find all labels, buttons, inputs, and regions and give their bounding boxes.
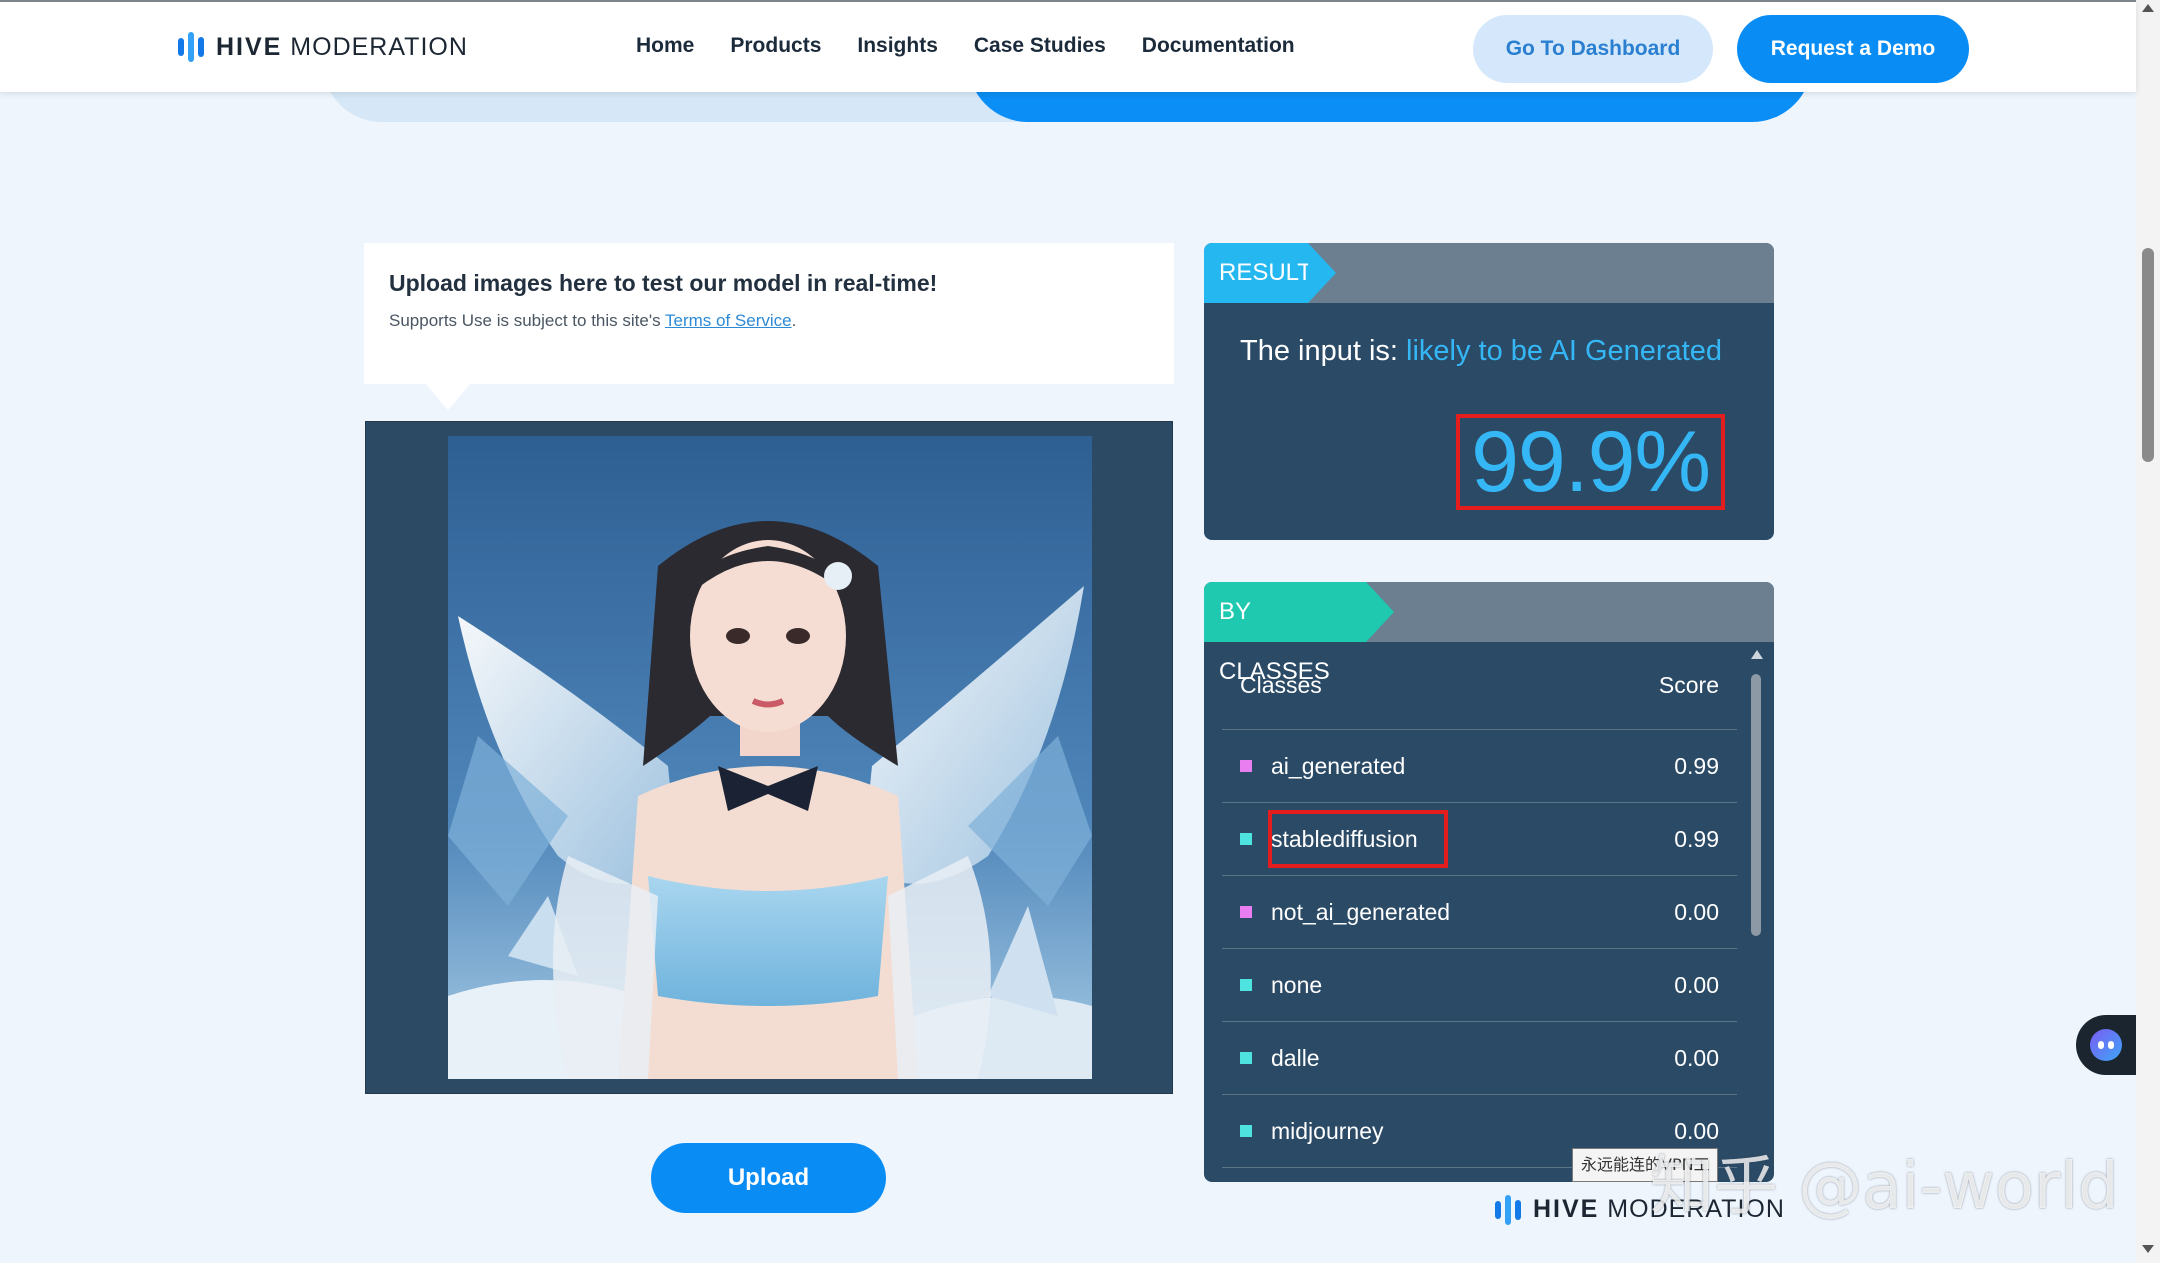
result-tag: RESULT <box>1204 243 1336 303</box>
site-header: HIVE MODERATION Home Products Insights C… <box>0 0 2136 92</box>
scroll-up-arrow-icon[interactable] <box>2142 4 2154 12</box>
result-panel: RESULT The input is: likely to be AI Gen… <box>1204 243 1774 540</box>
scroll-up-arrow-icon[interactable] <box>1751 650 1763 659</box>
logo-text: HIVE MODERATION <box>216 32 468 61</box>
hive-logo-icon <box>1495 1194 1521 1225</box>
terms-of-service-link[interactable]: Terms of Service <box>665 311 792 330</box>
page: HIVE MODERATION Home Products Insights C… <box>0 0 2160 1263</box>
table-row: dalle 0.00 <box>1222 1022 1737 1095</box>
scroll-down-arrow-icon[interactable] <box>2142 1245 2154 1253</box>
result-panel-header: RESULT <box>1204 243 1774 303</box>
classes-table-header: Classes Score <box>1222 642 1737 730</box>
classes-tag: BY CLASSES <box>1204 582 1394 685</box>
uploaded-image <box>448 436 1092 1079</box>
class-color-swatch <box>1240 1125 1252 1137</box>
class-score: 0.99 <box>1674 752 1719 779</box>
page-scrollbar[interactable] <box>2136 0 2160 1263</box>
class-name: midjourney <box>1271 1117 1384 1144</box>
nav-home[interactable]: Home <box>636 34 694 58</box>
class-color-swatch <box>1240 906 1252 918</box>
table-row: none 0.00 <box>1222 949 1737 1022</box>
class-name: none <box>1271 971 1323 998</box>
class-score: 0.00 <box>1674 971 1719 998</box>
classes-table[interactable]: Classes Score ai_generated 0.99 stabledi… <box>1222 642 1737 1182</box>
class-score: 0.00 <box>1674 1044 1719 1071</box>
classes-panel: BY CLASSES Classes Score ai_generated 0.… <box>1204 582 1774 1182</box>
table-row: ai_generated 0.99 <box>1222 730 1737 803</box>
classes-scrollbar[interactable] <box>1748 650 1764 1170</box>
table-row: not_ai_generated 0.00 <box>1222 876 1737 949</box>
chatbot-launcher[interactable] <box>2076 1015 2136 1075</box>
column-classes: Classes <box>1240 672 1322 698</box>
nav-insights[interactable]: Insights <box>857 34 938 58</box>
class-name: dalle <box>1271 1044 1320 1071</box>
result-verdict-line: The input is: likely to be AI Generated <box>1240 335 1723 367</box>
upload-instructions-card: Upload images here to test our model in … <box>364 243 1174 410</box>
hive-logo-icon <box>178 32 204 62</box>
class-name: ai_generated <box>1271 752 1406 779</box>
watermark: 知乎 @ai-world <box>1650 1150 2119 1224</box>
request-demo-button[interactable]: Request a Demo <box>1737 15 1969 83</box>
nav-products[interactable]: Products <box>730 34 821 58</box>
page-scroll-thumb[interactable] <box>2142 248 2154 462</box>
uploaded-image-frame <box>365 421 1173 1094</box>
class-color-swatch <box>1240 760 1252 772</box>
chatbot-face-icon <box>2090 1029 2122 1061</box>
class-score: 0.99 <box>1674 825 1719 852</box>
nav-case-studies[interactable]: Case Studies <box>974 34 1106 58</box>
upload-subtitle: Supports Use is subject to this site's T… <box>389 311 797 330</box>
class-score: 0.00 <box>1674 898 1719 925</box>
result-percentage: 99.9% <box>1456 414 1725 510</box>
class-name: not_ai_generated <box>1271 898 1451 925</box>
hive-logo[interactable]: HIVE MODERATION <box>178 32 468 62</box>
nav-documentation[interactable]: Documentation <box>1142 34 1295 58</box>
column-score: Score <box>1658 672 1719 698</box>
upload-title: Upload images here to test our model in … <box>389 270 938 296</box>
classes-scroll-thumb[interactable] <box>1751 674 1761 936</box>
class-color-swatch <box>1240 1052 1252 1064</box>
classes-panel-header: BY CLASSES <box>1204 582 1774 685</box>
go-to-dashboard-button[interactable]: Go To Dashboard <box>1473 15 1713 83</box>
class-color-swatch <box>1240 979 1252 991</box>
class-color-swatch <box>1240 833 1252 845</box>
main-nav: Home Products Insights Case Studies Docu… <box>636 34 1295 58</box>
result-verdict: likely to be AI Generated <box>1406 335 1723 367</box>
upload-button[interactable]: Upload <box>651 1143 886 1213</box>
annotation-highlight-box <box>1268 810 1448 868</box>
table-row: stablediffusion 0.99 <box>1222 803 1737 876</box>
